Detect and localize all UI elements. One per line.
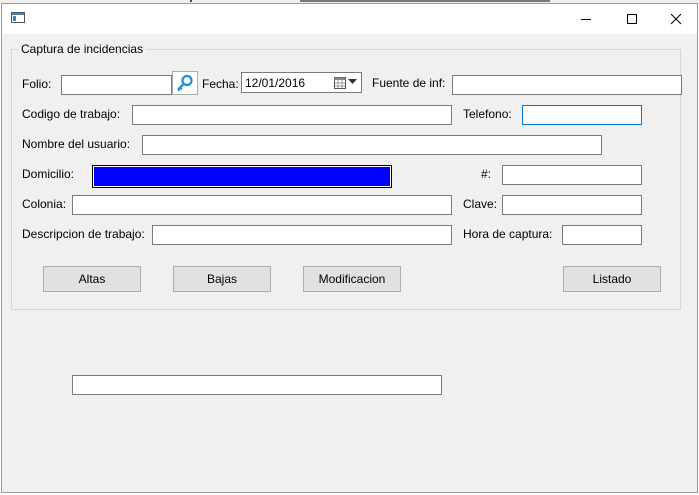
codigo-trabajo-input[interactable] xyxy=(132,105,452,125)
domicilio-input[interactable] xyxy=(92,165,392,188)
fuente-label: Fuente de inf: xyxy=(372,76,446,90)
search-button[interactable] xyxy=(172,71,198,95)
title-bar xyxy=(2,4,697,34)
descripcion-trabajo-label: Descripcion de trabajo: xyxy=(22,227,145,241)
group-title: Captura de incidencias xyxy=(18,42,147,56)
fecha-label: Fecha: xyxy=(202,77,239,91)
numero-input[interactable] xyxy=(502,165,642,185)
domicilio-label: Domicilio: xyxy=(22,167,75,181)
calendar-icon[interactable] xyxy=(334,77,346,89)
window-icon xyxy=(11,12,25,23)
minimize-icon xyxy=(581,19,591,20)
hora-captura-label: Hora de captura: xyxy=(463,227,553,241)
altas-button[interactable]: Altas xyxy=(43,266,141,292)
colonia-input[interactable] xyxy=(72,195,452,215)
chevron-down-icon[interactable] xyxy=(348,79,357,85)
descripcion-trabajo-input[interactable] xyxy=(152,225,452,245)
fecha-value: 12/01/2016 xyxy=(245,76,306,90)
nombre-usuario-label: Nombre del usuario: xyxy=(22,137,131,151)
listado-button[interactable]: Listado xyxy=(563,266,661,292)
search-key-icon xyxy=(177,74,193,92)
telefono-input[interactable] xyxy=(522,105,642,125)
modificacion-button[interactable]: Modificacion xyxy=(303,266,401,292)
minimize-button[interactable] xyxy=(563,4,609,34)
clave-input[interactable] xyxy=(502,195,642,215)
bottom-input[interactable] xyxy=(72,375,442,395)
hora-captura-input[interactable] xyxy=(562,225,642,245)
colonia-label: Colonia: xyxy=(22,197,67,211)
bajas-button[interactable]: Bajas xyxy=(173,266,271,292)
maximize-button[interactable] xyxy=(609,4,655,34)
folio-input[interactable] xyxy=(61,75,172,95)
close-button[interactable] xyxy=(653,4,699,34)
fuente-input[interactable] xyxy=(452,75,682,95)
codigo-trabajo-label: Codigo de trabajo: xyxy=(22,107,121,121)
telefono-label: Telefono: xyxy=(463,107,512,121)
nombre-usuario-input[interactable] xyxy=(142,135,602,155)
fecha-date-picker[interactable]: 12/01/2016 xyxy=(241,72,362,93)
maximize-icon xyxy=(627,14,637,24)
folio-label: Folio: xyxy=(22,77,52,91)
numero-label: #: xyxy=(481,167,492,181)
close-icon xyxy=(670,13,682,25)
clave-label: Clave: xyxy=(463,197,498,211)
